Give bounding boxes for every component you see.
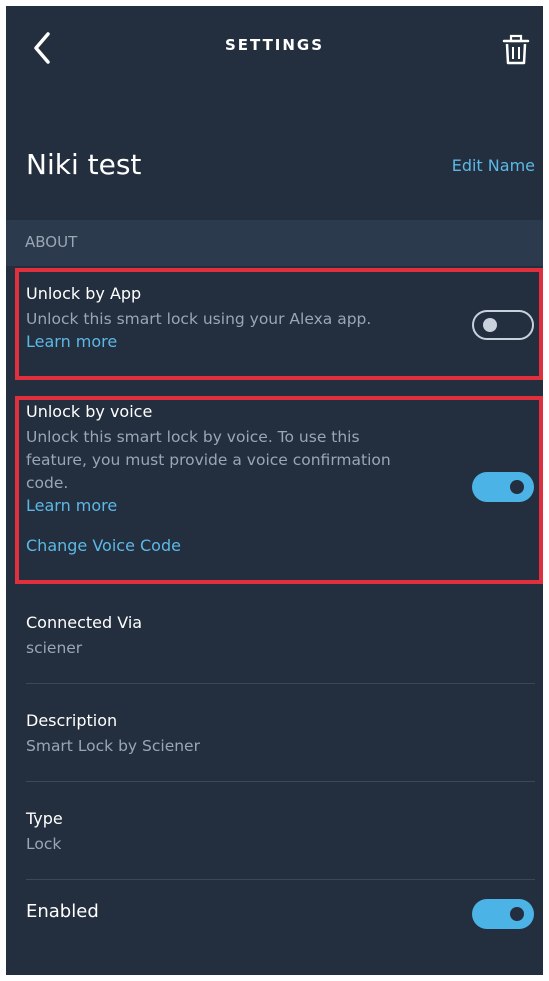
enabled-label: Enabled <box>26 901 99 922</box>
divider <box>26 781 535 782</box>
toggle-knob <box>510 480 524 494</box>
about-section-header: ABOUT <box>6 220 543 266</box>
unlock-by-voice-title: Unlock by voice <box>26 402 153 421</box>
enabled-toggle[interactable] <box>472 899 534 929</box>
unlock-by-app-toggle[interactable] <box>472 310 534 340</box>
unlock-by-voice-description-line-2: feature, you must provide a voice confir… <box>26 451 391 469</box>
divider <box>26 683 535 684</box>
connected-via-value: sciener <box>26 639 83 657</box>
page-title: SETTINGS <box>224 36 325 54</box>
type-label: Type <box>26 809 63 828</box>
delete-button[interactable] <box>500 32 532 68</box>
unlock-by-app-title: Unlock by App <box>26 284 142 303</box>
trash-icon <box>502 34 530 65</box>
section-label: ABOUT <box>25 233 78 251</box>
unlock-by-app-learn-more-link[interactable]: Learn more <box>26 332 117 351</box>
divider <box>26 879 535 880</box>
unlock-by-voice-description-line-1: Unlock this smart lock by voice. To use … <box>26 428 360 446</box>
unlock-by-voice-highlight <box>15 396 543 584</box>
unlock-by-app-description: Unlock this smart lock using your Alexa … <box>26 310 372 328</box>
unlock-by-voice-toggle[interactable] <box>472 472 534 502</box>
description-value: Smart Lock by Sciener <box>26 737 200 755</box>
change-voice-code-link[interactable]: Change Voice Code <box>26 536 181 555</box>
edit-name-link[interactable]: Edit Name <box>452 156 535 175</box>
header: SETTINGS <box>6 6 543 92</box>
connected-via-label: Connected Via <box>26 613 143 632</box>
device-name: Niki test <box>26 148 142 181</box>
unlock-by-voice-description-line-3: code. <box>26 474 69 492</box>
type-value: Lock <box>26 835 62 853</box>
toggle-knob <box>483 318 497 332</box>
settings-screen: SETTINGS Niki test Edit Name ABOUT Unloc… <box>6 6 543 975</box>
toggle-knob <box>510 907 524 921</box>
description-label: Description <box>26 711 118 730</box>
unlock-by-voice-learn-more-link[interactable]: Learn more <box>26 496 117 515</box>
